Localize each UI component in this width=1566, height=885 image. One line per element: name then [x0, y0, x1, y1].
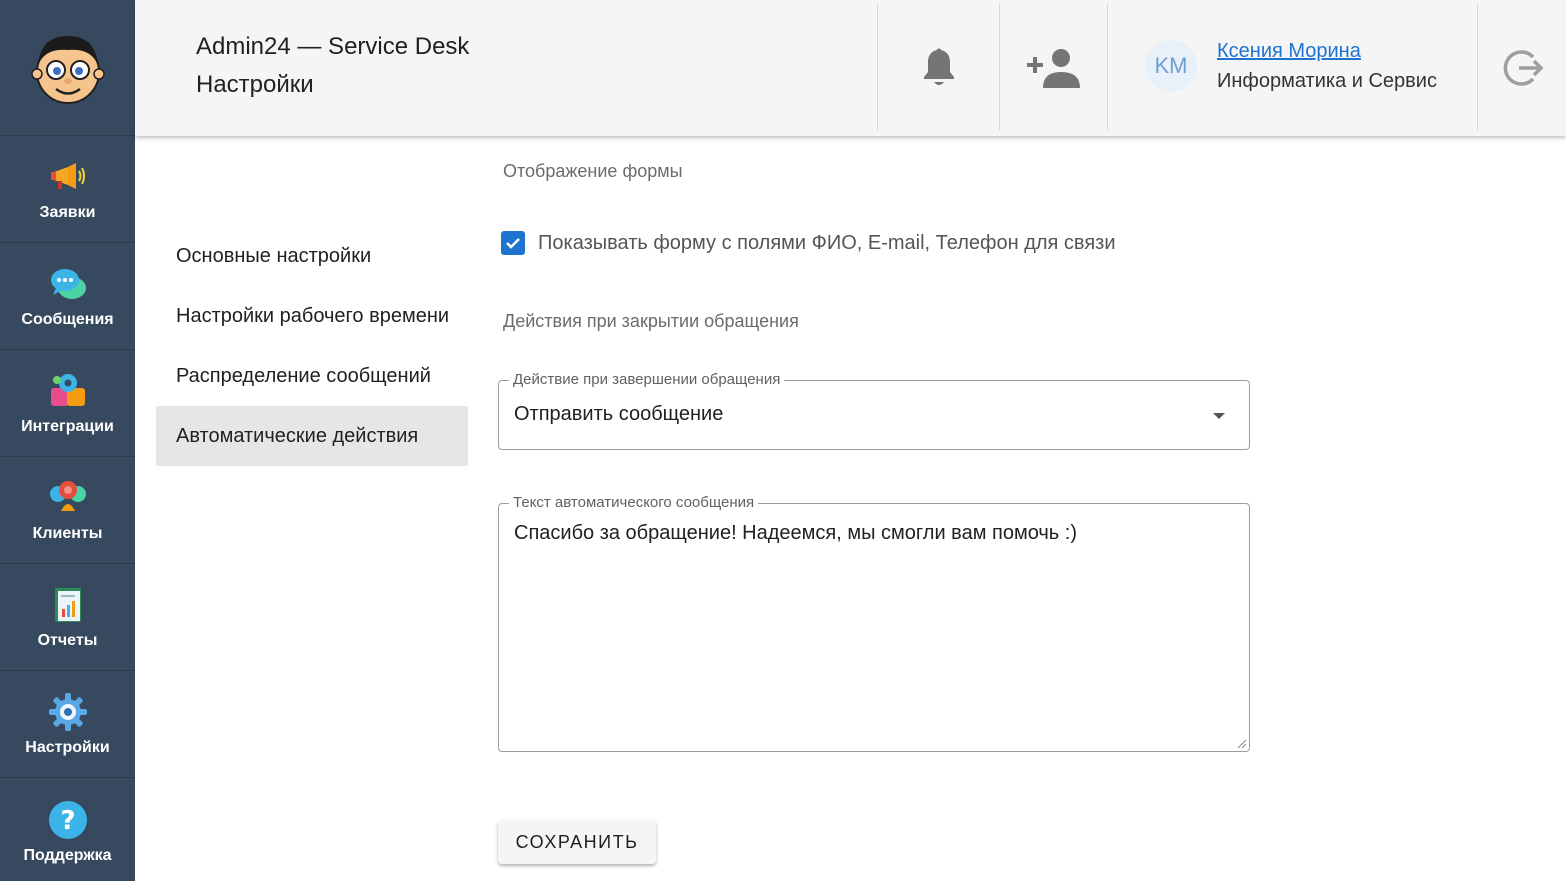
puzzle-gear-icon	[47, 370, 89, 412]
sidebar-item-integrations[interactable]: Интеграции	[0, 350, 135, 457]
user-profile: KM Ксения Морина Информатика и Сервис	[1145, 36, 1437, 96]
avatar[interactable]: KM	[1145, 40, 1197, 92]
sidebar-item-settings[interactable]: Настройки	[0, 671, 135, 778]
cartoon-face-logo-icon	[30, 35, 105, 104]
megaphone-icon	[47, 156, 89, 198]
checkmark-icon	[506, 238, 520, 249]
notifications-button[interactable]	[878, 0, 999, 136]
gear-icon	[47, 691, 89, 733]
menu-item-auto-actions[interactable]: Автоматические действия	[156, 406, 468, 466]
menu-item-message-distribution[interactable]: Распределение сообщений	[156, 346, 468, 406]
sidebar-item-requests[interactable]: Заявки	[0, 136, 135, 243]
sidebar-item-label: Заявки	[39, 204, 96, 221]
header: Admin24 — Service Desk Настройки KM Ксен…	[135, 0, 1566, 136]
show-form-checkbox[interactable]	[501, 231, 525, 255]
help-icon: ?	[47, 799, 89, 841]
auto-message-value: Спасибо за обращение! Надеемся, мы смогл…	[514, 522, 1077, 544]
save-button[interactable]: СОХРАНИТЬ	[498, 820, 656, 864]
show-form-checkbox-label: Показывать форму с полями ФИО, E-mail, Т…	[538, 231, 1116, 254]
show-form-checkbox-row[interactable]: Показывать форму с полями ФИО, E-mail, Т…	[501, 231, 1116, 255]
add-user-button[interactable]	[1000, 0, 1107, 136]
sidebar-item-clients[interactable]: Клиенты	[0, 457, 135, 564]
sidebar-item-label: Клиенты	[32, 525, 103, 542]
chat-bubbles-icon	[47, 263, 89, 305]
menu-item-general[interactable]: Основные настройки	[156, 226, 468, 286]
close-actions-title: Действия при закрытии обращения	[503, 311, 799, 331]
page-title: Настройки	[196, 71, 314, 98]
report-icon	[47, 584, 89, 626]
sidebar-item-label: Поддержка	[23, 846, 112, 864]
app-title: Admin24 — Service Desk	[196, 33, 470, 60]
people-icon	[47, 477, 89, 519]
sidebar-item-label: Интеграции	[21, 418, 114, 435]
auto-message-legend: Текст автоматического сообщения	[509, 494, 759, 511]
sidebar: Заявки Сообщения Интеграции Клиенты Отче…	[0, 0, 135, 881]
user-organization: Информатика и Сервис	[1217, 70, 1437, 92]
form-display-title: Отображение формы	[503, 161, 683, 181]
app-logo[interactable]	[0, 0, 135, 136]
close-action-select-legend: Действие при завершении обращения	[509, 371, 785, 388]
auto-message-textarea[interactable]: Текст автоматического сообщения Спасибо …	[498, 494, 1250, 752]
sidebar-item-support[interactable]: ? Поддержка	[0, 778, 135, 885]
close-action-select-value: Отправить сообщение	[514, 403, 724, 425]
logout-button[interactable]	[1478, 0, 1566, 136]
sidebar-item-messages[interactable]: Сообщения	[0, 243, 135, 350]
sidebar-item-label: Сообщения	[21, 311, 114, 328]
resize-handle-icon[interactable]	[1237, 739, 1247, 749]
menu-item-working-hours[interactable]: Настройки рабочего времени	[156, 286, 468, 346]
header-divider	[1107, 4, 1108, 130]
header-titles: Admin24 — Service Desk Настройки	[196, 32, 469, 100]
user-info: Ксения Морина Информатика и Сервис	[1217, 36, 1437, 96]
settings-menu: Основные настройки Настройки рабочего вр…	[156, 226, 468, 466]
sidebar-item-reports[interactable]: Отчеты	[0, 564, 135, 671]
add-person-icon	[1026, 49, 1080, 88]
close-action-select[interactable]: Действие при завершении обращения Отправ…	[498, 371, 1250, 450]
bell-icon	[923, 48, 954, 85]
logout-icon	[1503, 50, 1544, 86]
dropdown-arrow-icon	[1213, 413, 1225, 419]
svg-text:?: ?	[60, 806, 75, 836]
sidebar-item-label: Отчеты	[37, 632, 98, 649]
sidebar-item-label: Настройки	[25, 739, 110, 756]
user-name-link[interactable]: Ксения Морина	[1217, 36, 1437, 66]
